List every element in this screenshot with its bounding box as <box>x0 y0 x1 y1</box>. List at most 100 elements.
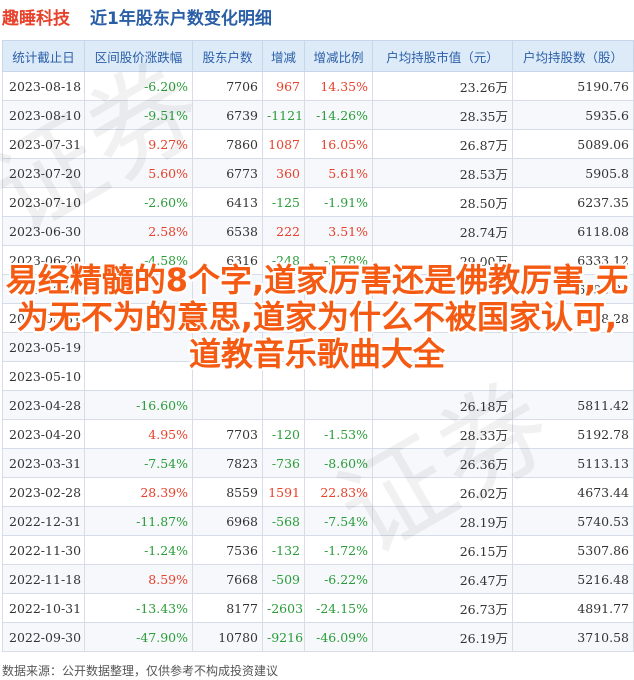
cell-avg-shares: 5190.76 <box>512 71 634 101</box>
cell-delta: -568 <box>262 506 305 536</box>
overlay-headline: 易经精髓的8个字,道家厉害还是佛教厉害,无为无不为的意思,道家为什么不被国家认可… <box>5 261 629 373</box>
cell-holders: 10780 <box>192 622 263 652</box>
col-header-ratio[interactable]: 增减比例 <box>304 40 373 72</box>
cell-price-change: -9.51% <box>84 100 193 130</box>
cell-date: 2023-07-31 <box>2 129 85 159</box>
company-name: 趣睡科技 <box>2 9 70 29</box>
cell-avg-value: 26.15万 <box>372 535 513 565</box>
cell-avg-value: 26.47万 <box>372 564 513 594</box>
cell-avg-shares: 5113.13 <box>512 448 634 478</box>
table-row: 2023-08-10 -9.51% 6739 -1121 -14.26% 28.35万 59… <box>2 100 634 130</box>
table-row: 2023-06-30 2.58% 6538 222 3.51% 28.74万 6118.08 <box>2 216 634 246</box>
cell-price-change: -6.20% <box>84 71 193 101</box>
table-row: 2023-07-10 -2.60% 6413 -125 -1.91% 28.50万 6237… <box>2 187 634 217</box>
table-row: 2022-10-31 -13.43% 8177 -2603 -24.15% 26.73万 4… <box>2 593 634 623</box>
cell-avg-shares: 5089.06 <box>512 129 634 159</box>
cell-date: 2023-04-20 <box>2 419 85 449</box>
cell-avg-shares: 5740.53 <box>512 506 634 536</box>
cell-avg-value: 28.33万 <box>372 419 513 449</box>
cell-ratio: 16.05% <box>304 129 373 159</box>
table-row: 2023-07-31 9.27% 7860 1087 16.05% 26.87万 5089.… <box>2 129 634 159</box>
cell-ratio: 22.83% <box>304 477 373 507</box>
cell-avg-value: 26.73万 <box>372 593 513 623</box>
table-row: 2022-11-30 -1.24% 7536 -132 -1.72% 26.15万 5307… <box>2 535 634 565</box>
cell-price-change: 2.58% <box>84 216 193 246</box>
table-row: 2023-02-28 28.39% 8559 1591 22.83% 26.02万 4673… <box>2 477 634 507</box>
cell-price-change: -2.60% <box>84 187 193 217</box>
col-header-date[interactable]: 统计截止日 <box>2 40 85 72</box>
cell-avg-shares: 3710.58 <box>512 622 634 652</box>
cell-holders: 7860 <box>192 129 263 159</box>
footer-note: 数据来源：公开数据整理，仅供参考不构成投资建议 <box>2 664 279 678</box>
cell-price-change: -16.60% <box>84 390 193 420</box>
cell-delta: -509 <box>262 564 305 594</box>
cell-avg-shares: 5935.6 <box>512 100 634 130</box>
cell-date: 2023-02-28 <box>2 477 85 507</box>
cell-ratio: -6.22% <box>304 564 373 594</box>
cell-avg-value: 28.19万 <box>372 506 513 536</box>
cell-price-change: 28.39% <box>84 477 193 507</box>
cell-avg-value: 28.74万 <box>372 216 513 246</box>
cell-delta: -1121 <box>262 100 305 130</box>
cell-delta <box>262 390 305 420</box>
cell-ratio: -1.72% <box>304 535 373 565</box>
cell-ratio: -7.54% <box>304 506 373 536</box>
cell-delta: 1087 <box>262 129 305 159</box>
cell-date: 2023-07-10 <box>2 187 85 217</box>
cell-ratio: 14.35% <box>304 71 373 101</box>
cell-price-change: -47.90% <box>84 622 193 652</box>
cell-price-change: 4.95% <box>84 419 193 449</box>
cell-ratio: -24.15% <box>304 593 373 623</box>
cell-delta: -736 <box>262 448 305 478</box>
cell-holders: 8177 <box>192 593 263 623</box>
cell-date: 2023-08-18 <box>2 71 85 101</box>
cell-avg-value: 23.26万 <box>372 71 513 101</box>
cell-avg-shares: 4673.44 <box>512 477 634 507</box>
cell-date: 2023-03-31 <box>2 448 85 478</box>
cell-delta: -125 <box>262 187 305 217</box>
cell-holders: 7703 <box>192 419 263 449</box>
cell-price-change: -11.87% <box>84 506 193 536</box>
col-header-delta[interactable]: 增减 <box>262 40 305 72</box>
cell-ratio: -1.91% <box>304 187 373 217</box>
cell-holders <box>192 390 263 420</box>
col-header-avg-value[interactable]: 户均持股市值（元） <box>372 40 513 72</box>
table-row: 2022-12-31 -11.87% 6968 -568 -7.54% 28.19万 574… <box>2 506 634 536</box>
cell-price-change: 9.27% <box>84 129 193 159</box>
cell-avg-shares: 6237.35 <box>512 187 634 217</box>
cell-avg-shares: 5216.48 <box>512 564 634 594</box>
cell-delta: -2603 <box>262 593 305 623</box>
cell-avg-shares: 5192.78 <box>512 419 634 449</box>
cell-price-change: -7.54% <box>84 448 193 478</box>
cell-avg-value: 28.35万 <box>372 100 513 130</box>
cell-ratio: -14.26% <box>304 100 373 130</box>
cell-date: 2022-11-18 <box>2 564 85 594</box>
col-header-holders[interactable]: 股东户数 <box>192 40 263 72</box>
cell-avg-value: 26.36万 <box>372 448 513 478</box>
cell-delta: -120 <box>262 419 305 449</box>
cell-price-change: -1.24% <box>84 535 193 565</box>
cell-ratio <box>304 390 373 420</box>
col-header-avg-shares[interactable]: 户均持股数（股） <box>512 40 634 72</box>
table-row: 2023-04-20 4.95% 7703 -120 -1.53% 28.33万 5192.… <box>2 419 634 449</box>
col-header-price-change[interactable]: 区间股价涨跌幅 <box>84 40 193 72</box>
cell-delta: -132 <box>262 535 305 565</box>
cell-ratio: 5.61% <box>304 158 373 188</box>
cell-holders: 7706 <box>192 71 263 101</box>
cell-delta: 967 <box>262 71 305 101</box>
cell-avg-shares: 5307.86 <box>512 535 634 565</box>
cell-date: 2023-07-20 <box>2 158 85 188</box>
cell-price-change: -13.43% <box>84 593 193 623</box>
page-title: 近1年股东户数变化明细 <box>90 9 272 29</box>
cell-ratio: 3.51% <box>304 216 373 246</box>
cell-avg-value: 26.18万 <box>372 390 513 420</box>
cell-avg-shares: 5905.8 <box>512 158 634 188</box>
cell-date: 2022-12-31 <box>2 506 85 536</box>
cell-avg-value: 28.53万 <box>372 158 513 188</box>
cell-holders: 6773 <box>192 158 263 188</box>
cell-date: 2022-10-31 <box>2 593 85 623</box>
cell-price-change: 5.60% <box>84 158 193 188</box>
cell-delta: 360 <box>262 158 305 188</box>
cell-avg-value: 26.02万 <box>372 477 513 507</box>
cell-delta: -9216 <box>262 622 305 652</box>
